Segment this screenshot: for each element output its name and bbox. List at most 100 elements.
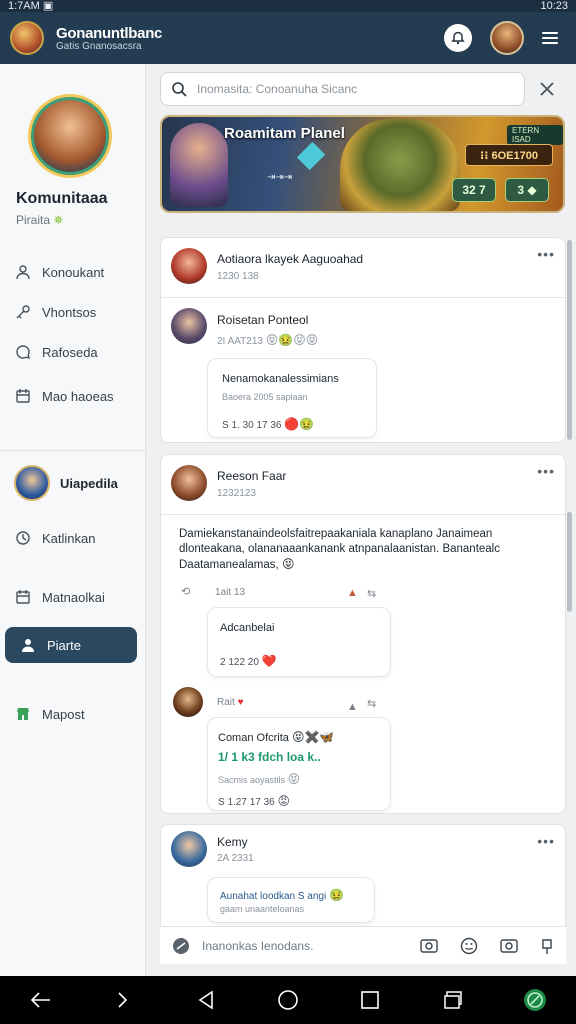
emoji-icon: 😝✖️🦋	[291, 730, 335, 744]
sidebar-item-people[interactable]: Konoukant	[14, 260, 134, 284]
post-header: Reeson Faar 1232123 •••	[161, 455, 565, 515]
avatar[interactable]	[171, 308, 207, 344]
reply-icon[interactable]: ⟲	[181, 585, 190, 598]
post-author[interactable]: Kemy	[217, 835, 248, 849]
emoji-picker-icon[interactable]	[460, 937, 478, 955]
share-icon[interactable]: ⇆	[367, 697, 376, 710]
reply-time: 2I AAT213 😝🤢😝😝	[217, 333, 319, 347]
emoji-icon: 😝🤢😝😝	[265, 333, 319, 347]
sidebar-item-store[interactable]: Mapost	[14, 702, 134, 726]
back-arrow-icon[interactable]	[27, 986, 55, 1014]
message-bubble[interactable]: Adcanbelai 2 122 20 ❤️	[207, 607, 391, 677]
bubble-title: Nenamokanalessimians	[222, 373, 339, 385]
emoji-icon: ❤️	[261, 654, 277, 668]
send-icon[interactable]	[540, 937, 554, 955]
search-input[interactable]: Inomasita: Conoanuha Sicanc	[197, 82, 357, 96]
back-triangle-icon[interactable]	[192, 986, 220, 1014]
avatar[interactable]	[171, 248, 207, 284]
scrollbar[interactable]	[567, 512, 572, 612]
app-logo	[10, 21, 44, 55]
bell-icon	[451, 31, 465, 45]
sidebar-item-active[interactable]: Piarte	[5, 627, 137, 663]
fire-icon: ▲	[347, 587, 358, 599]
sidebar-item-calendar[interactable]: Mao haoeas	[14, 384, 134, 408]
bubble-meta: S 1.27 17 36 😡	[218, 794, 291, 808]
post-body: Damiekanstanaindeolsfaitrepaakaniala kan…	[179, 528, 500, 571]
image-icon[interactable]	[500, 938, 518, 954]
camera-icon[interactable]	[420, 938, 438, 954]
sidebar-item-history[interactable]: Katlinkan	[14, 526, 134, 550]
sidebar-item-label: Konoukant	[42, 264, 105, 280]
reply-author[interactable]: Roisetan Ponteol	[217, 313, 308, 327]
bubble-meta: 2 122 20 ❤️	[220, 654, 277, 668]
sidebar-item-events[interactable]: Matnaolkai	[14, 585, 134, 609]
banner-stat-button[interactable]: 3 ◆	[505, 178, 549, 202]
post-card: Aotiaora lkayek Aaguoahad 1230 138 ••• R…	[160, 237, 566, 443]
sidebar-chat-item[interactable]: Uiapedila	[14, 464, 134, 502]
brand: Gonanuntlbanc Gatis Gnanosacsra	[56, 25, 162, 52]
user-avatar[interactable]	[490, 21, 524, 55]
more-options-icon[interactable]: •••	[537, 833, 555, 849]
sidebar-item-label: Rafoseda	[42, 344, 98, 360]
avatar[interactable]	[171, 831, 207, 867]
arrow-icon: ⇥⇥⇥	[267, 172, 293, 183]
banner-badge: ETERN ISAD	[507, 125, 563, 145]
more-options-icon[interactable]: •••	[537, 463, 555, 479]
bubble-subtitle: Baoera 2005 sapiaan	[222, 392, 308, 402]
key-icon	[14, 303, 32, 321]
gem-icon	[296, 141, 326, 171]
bubble-title: Coman Ofcrita 😝✖️🦋	[218, 730, 335, 744]
divider	[0, 450, 146, 451]
sidebar-item-keys[interactable]: Vhontsos	[14, 300, 134, 324]
store-icon	[14, 705, 32, 723]
post-header: Aotiaora lkayek Aaguoahad 1230 138 •••	[161, 238, 565, 298]
promo-banner[interactable]: Roamitam Planel ⇥⇥⇥ ETERN ISAD ⁝⁝ 6OE170…	[160, 115, 565, 213]
post-card: Reeson Faar 1232123 ••• Damiekanstanaind…	[160, 454, 566, 814]
avatar[interactable]	[171, 465, 207, 501]
search-bar[interactable]: Inomasita: Conoanuha Sicanc	[160, 72, 525, 106]
bubble-title: Adcanbelai	[220, 622, 275, 634]
system-nav-bar	[0, 976, 576, 1024]
assistant-icon[interactable]	[521, 986, 549, 1014]
add-icon	[173, 937, 189, 954]
status-bar: 1:7AM ▣ 10:23	[0, 0, 576, 12]
profile-avatar[interactable]	[28, 94, 112, 178]
more-options-icon[interactable]: •••	[537, 246, 555, 262]
post-author[interactable]: Reeson Faar	[217, 469, 286, 483]
sidebar-item-label: Mapost	[42, 706, 85, 722]
banner-stat-button[interactable]: 32 7	[452, 178, 496, 202]
post-time: 2A 2331	[217, 853, 254, 864]
chat-avatar	[14, 465, 50, 501]
forward-chevron-icon[interactable]	[109, 986, 137, 1014]
message-bubble[interactable]: Aunahat loodkan S angi 🤢 gaam unaanteloa…	[207, 877, 375, 923]
windows-icon[interactable]	[439, 986, 467, 1014]
message-bubble[interactable]: Coman Ofcrita 😝✖️🦋 1/ 1 k3 fdch loa k.. …	[207, 717, 391, 811]
emoji-icon: 😝	[287, 772, 301, 786]
home-circle-icon[interactable]	[274, 986, 302, 1014]
bubble-subtitle: Sacmis aoyastils 😝	[218, 772, 301, 786]
emoji-icon: 😡	[277, 794, 291, 808]
sidebar-item-chat[interactable]: Rafoseda	[14, 340, 134, 364]
sidebar-item-label: Vhontsos	[42, 304, 97, 320]
message-bubble[interactable]: Nenamokanalessimians Baoera 2005 sapiaan…	[207, 358, 377, 438]
post-time: 1232123	[217, 488, 256, 499]
profile-subtitle: Piraita ✵	[16, 213, 64, 227]
share-icon[interactable]: ⇆	[367, 587, 376, 600]
reply-count: 1ait 13	[215, 587, 246, 598]
close-icon[interactable]	[536, 78, 558, 100]
avatar[interactable]	[173, 687, 203, 717]
sidebar-item-label: Katlinkan	[42, 530, 96, 546]
sidebar-item-label: Piarte	[47, 637, 81, 653]
calendar-icon	[14, 588, 32, 606]
post-time: 1230 138	[217, 271, 259, 282]
hamburger-menu-icon[interactable]	[542, 32, 558, 44]
brand-subtitle: Gatis Gnanosacsra	[56, 40, 142, 52]
comment-input[interactable]: Inanonkas Ienodans.	[202, 939, 313, 953]
brand-title: Gonanuntlbanc	[56, 24, 163, 42]
notification-button[interactable]	[444, 24, 472, 52]
post-author[interactable]: Aotiaora lkayek Aaguoahad	[217, 252, 363, 266]
comment-composer[interactable]: Inanonkas Ienodans.	[160, 926, 566, 964]
clock-icon	[14, 529, 32, 547]
scrollbar[interactable]	[567, 240, 572, 440]
recents-square-icon[interactable]	[356, 986, 384, 1014]
